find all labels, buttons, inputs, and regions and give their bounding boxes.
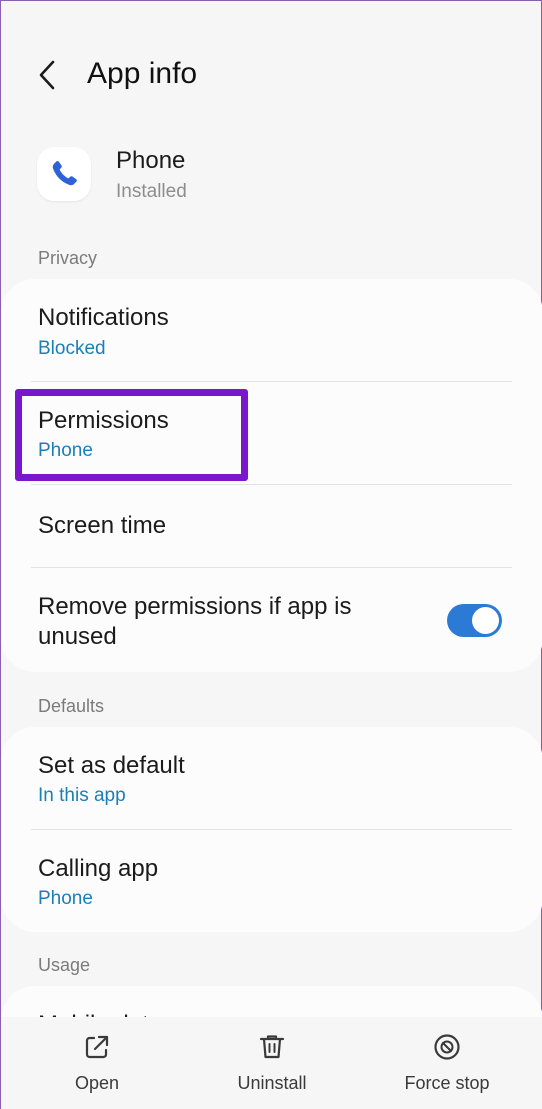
calling-app-item[interactable]: Calling app Phone <box>1 830 542 932</box>
app-header: Phone Installed <box>37 147 507 207</box>
open-external-icon <box>85 1035 109 1059</box>
permissions-title: Permissions <box>38 407 169 434</box>
defaults-card: Set as default In this app Calling app P… <box>1 727 542 932</box>
bottom-action-bar: Open Uninstall Force stop <box>1 1017 542 1109</box>
screen-time-title: Screen time <box>38 512 167 539</box>
permissions-item[interactable]: Permissions Phone <box>1 382 542 484</box>
open-label: Open <box>74 1073 120 1093</box>
notifications-status: Blocked <box>38 338 106 359</box>
app-name: Phone <box>116 147 186 174</box>
uninstall-button[interactable]: Uninstall <box>202 1017 342 1109</box>
calling-app-summary: Phone <box>38 888 93 909</box>
set-as-default-item[interactable]: Set as default In this app <box>1 727 542 829</box>
calling-app-title: Calling app <box>38 855 159 882</box>
set-as-default-summary: In this app <box>38 785 126 806</box>
trash-icon <box>259 1035 285 1059</box>
set-as-default-title: Set as default <box>38 752 185 779</box>
screen-time-item[interactable]: Screen time <box>1 485 542 567</box>
back-arrow-icon <box>39 60 55 90</box>
open-button[interactable]: Open <box>27 1017 167 1109</box>
app-bar: App info <box>1 41 541 111</box>
section-label-privacy: Privacy <box>38 248 98 268</box>
toggle-knob <box>472 607 499 634</box>
section-label-defaults: Defaults <box>38 696 105 716</box>
app-icon <box>37 147 91 201</box>
remove-permissions-toggle[interactable] <box>447 604 502 637</box>
uninstall-label: Uninstall <box>237 1073 307 1093</box>
phone-icon <box>52 161 77 186</box>
notifications-item[interactable]: Notifications Blocked <box>1 279 542 381</box>
remove-permissions-title: Remove permissions if app is unused <box>38 593 352 650</box>
back-button[interactable] <box>31 55 67 95</box>
page-title: App info <box>87 57 198 90</box>
force-stop-icon <box>434 1034 460 1060</box>
force-stop-label: Force stop <box>404 1073 490 1093</box>
app-install-status: Installed <box>116 181 187 202</box>
section-label-usage: Usage <box>38 955 91 975</box>
notifications-title: Notifications <box>38 304 169 331</box>
permissions-summary: Phone <box>38 440 93 461</box>
force-stop-button[interactable]: Force stop <box>377 1017 517 1109</box>
